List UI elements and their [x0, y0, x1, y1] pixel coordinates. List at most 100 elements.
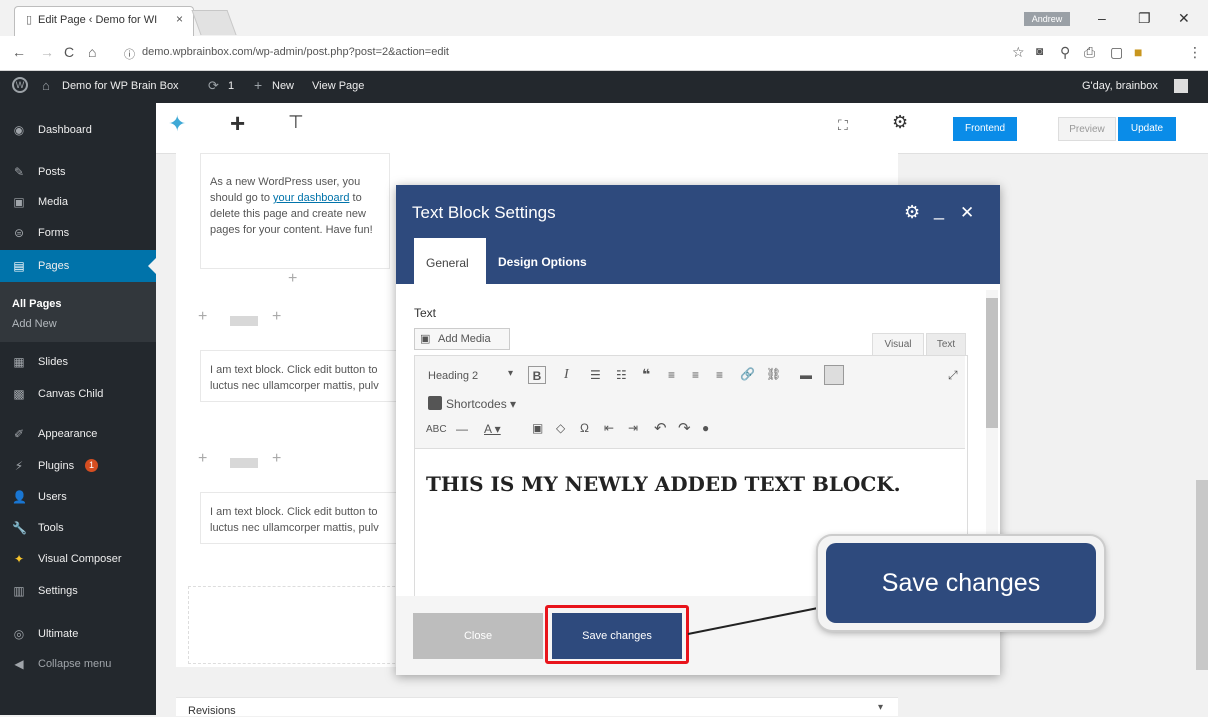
unlink-icon[interactable]: ⛓	[766, 367, 781, 381]
tab-close-icon[interactable]: ×	[176, 12, 183, 26]
minimize-icon[interactable]: –	[1098, 10, 1106, 26]
sidebar-item-forms[interactable]: ⊜ Forms	[0, 217, 156, 249]
greeting[interactable]: G'day, brainbox	[1082, 80, 1158, 92]
bold-icon[interactable]: B	[528, 366, 546, 384]
fullscreen-icon[interactable]: ⤢	[948, 368, 958, 383]
toolbar-toggle-icon[interactable]	[824, 365, 844, 385]
sidebar-item-settings[interactable]: ▥ Settings	[0, 575, 156, 607]
tab-visual[interactable]: Visual	[872, 333, 924, 355]
horizontal-line-icon[interactable]: —	[456, 422, 468, 436]
close-icon[interactable]: ✕	[960, 203, 974, 223]
modal-settings-icon[interactable]: ⚙	[904, 202, 920, 223]
align-left-icon[interactable]: ≡	[668, 368, 675, 382]
sidebar-item-plugins[interactable]: ⚡ Plugins	[0, 450, 156, 482]
new-link[interactable]: New	[272, 80, 294, 92]
empty-row-dropzone[interactable]	[188, 586, 410, 664]
profile-button[interactable]: Andrew	[1024, 12, 1070, 26]
collapse-menu-button[interactable]: ◀ Collapse menu	[0, 648, 156, 680]
home-icon[interactable]: ⌂	[88, 44, 96, 60]
current-menu-arrow	[148, 258, 156, 274]
sidebar-item-visual-composer[interactable]: ✦ Visual Composer	[0, 543, 156, 575]
indent-icon[interactable]: ⇥	[628, 421, 638, 435]
redo-icon[interactable]: ↷	[678, 419, 691, 437]
link-icon[interactable]: 🔗	[740, 367, 755, 381]
plus-icon: +	[254, 77, 263, 93]
maximize-icon[interactable]: ❐	[1138, 10, 1151, 27]
editor-content[interactable]: THIS IS MY NEWLY ADDED TEXT BLOCK.	[426, 472, 901, 496]
help-icon[interactable]: ●	[702, 421, 709, 435]
row-add-column-icon[interactable]: +	[272, 450, 281, 468]
row-add-column-icon[interactable]: +	[272, 308, 281, 326]
zoom-icon[interactable]: ⚲	[1060, 44, 1070, 61]
bullet-list-icon[interactable]: ☰	[590, 368, 601, 382]
revisions-toggle-icon[interactable]: ▾	[878, 702, 883, 713]
page-scrollbar[interactable]	[1196, 480, 1208, 670]
vc-logo-icon[interactable]: ✦	[168, 111, 186, 137]
info-icon[interactable]: ⓘ	[124, 46, 135, 62]
strikethrough-icon[interactable]: ABC	[426, 424, 447, 435]
add-element-icon[interactable]: +	[230, 108, 245, 139]
read-more-icon[interactable]: ▬	[800, 368, 812, 382]
window-close-icon[interactable]: ✕	[1178, 10, 1190, 27]
shortcodes-dropdown[interactable]: Shortcodes ▾	[446, 397, 516, 411]
sidebar-item-media[interactable]: ▣ Media	[0, 186, 156, 218]
extension-badge-icon[interactable]: ■	[1134, 44, 1142, 60]
url-input[interactable]: demo.wpbrainbox.com/wp-admin/post.php?po…	[142, 46, 449, 58]
templates-icon[interactable]: ⊤	[288, 112, 304, 133]
revisions-title[interactable]: Revisions	[188, 705, 236, 717]
modal-scrollbar-thumb[interactable]	[986, 298, 998, 428]
text-color-icon[interactable]: A ▾	[484, 422, 501, 436]
preview-button[interactable]: Preview	[1058, 117, 1116, 141]
extension-icon[interactable]: ▢	[1110, 44, 1123, 61]
star-icon[interactable]: ☆	[1012, 44, 1025, 61]
row-add-icon[interactable]: +	[198, 450, 207, 468]
wp-admin-bar	[0, 71, 1208, 103]
slides-icon: ▦	[13, 355, 25, 369]
settings-gear-icon[interactable]: ⚙	[892, 112, 908, 133]
back-icon[interactable]: ←	[12, 44, 26, 60]
blockquote-icon[interactable]: ❝	[642, 366, 650, 383]
camera-icon[interactable]: ◙	[1036, 44, 1043, 58]
undo-icon[interactable]: ↶	[654, 419, 667, 437]
submenu-add-new[interactable]: Add New	[12, 318, 57, 330]
avatar[interactable]	[1174, 79, 1188, 93]
close-button[interactable]: Close	[413, 613, 543, 659]
minimize-icon[interactable]: _	[934, 200, 944, 221]
fullscreen-icon[interactable]: ⛶	[838, 117, 848, 134]
italic-icon[interactable]: I	[564, 367, 569, 383]
align-center-icon[interactable]: ≡	[692, 368, 699, 382]
paste-text-icon[interactable]: ▣	[532, 421, 543, 435]
sidebar-item-appearance[interactable]: ✐ Appearance	[0, 418, 156, 450]
numbered-list-icon[interactable]: ☷	[616, 368, 627, 382]
align-right-icon[interactable]: ≡	[716, 368, 723, 382]
wordpress-logo-icon[interactable]: W	[12, 77, 28, 93]
updates-count[interactable]: 1	[228, 80, 234, 92]
add-element-icon[interactable]: +	[288, 270, 297, 288]
sidebar-item-posts[interactable]: ✎ Posts	[0, 156, 156, 188]
tab-text[interactable]: Text	[926, 333, 966, 355]
dashboard-link[interactable]: your dashboard	[273, 192, 349, 204]
submenu-all-pages[interactable]: All Pages	[12, 298, 62, 310]
tab-design-options[interactable]: Design Options	[498, 255, 587, 269]
update-button[interactable]: Update	[1118, 117, 1176, 141]
forward-icon[interactable]: →	[40, 44, 54, 60]
sidebar-item-users[interactable]: 👤 Users	[0, 481, 156, 513]
view-page-link[interactable]: View Page	[312, 80, 364, 92]
outdent-icon[interactable]: ⇤	[604, 421, 614, 435]
sidebar-item-ultimate[interactable]: ◎ Ultimate	[0, 618, 156, 650]
sidebar-item-dashboard[interactable]: ◉ Dashboard	[0, 114, 156, 146]
printer-icon[interactable]: ⎙	[1084, 44, 1095, 61]
menu-icon[interactable]: ⋮	[1188, 44, 1202, 61]
reload-icon[interactable]: C	[64, 44, 74, 60]
site-name-link[interactable]: Demo for WP Brain Box	[62, 80, 179, 92]
clear-format-icon[interactable]: ◇	[556, 421, 565, 435]
row-add-icon[interactable]: +	[198, 308, 207, 326]
row-handle[interactable]	[230, 458, 258, 468]
special-char-icon[interactable]: Ω	[580, 421, 589, 435]
sidebar-item-pages[interactable]: ▤ Pages	[0, 250, 156, 282]
frontend-button[interactable]: Frontend	[953, 117, 1017, 141]
sidebar-item-tools[interactable]: 🔧 Tools	[0, 512, 156, 544]
sidebar-item-canvas-child[interactable]: ▩ Canvas Child	[0, 378, 156, 410]
sidebar-item-slides[interactable]: ▦ Slides	[0, 346, 156, 378]
row-handle[interactable]	[230, 316, 258, 326]
